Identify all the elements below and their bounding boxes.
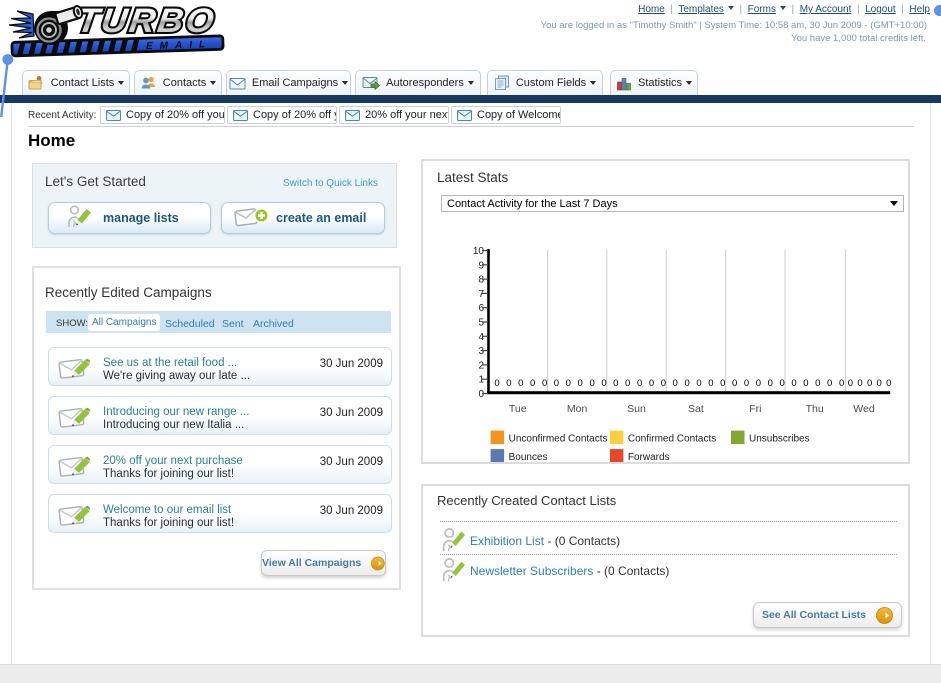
svg-text:Tue: Tue <box>509 403 527 415</box>
svg-text:0: 0 <box>578 378 583 389</box>
svg-text:0: 0 <box>708 378 713 389</box>
svg-text:0: 0 <box>673 378 678 389</box>
svg-text:0: 0 <box>518 378 523 389</box>
svg-text:0: 0 <box>857 378 862 389</box>
svg-text:Sat: Sat <box>688 403 704 415</box>
svg-text:Mon: Mon <box>567 403 588 415</box>
svg-text:EMAIL: EMAIL <box>146 39 212 52</box>
svg-text:4: 4 <box>478 332 484 343</box>
svg-text:0: 0 <box>696 378 701 389</box>
svg-text:Bounces: Bounces <box>509 452 548 462</box>
svg-text:3: 3 <box>478 346 484 357</box>
svg-text:0: 0 <box>478 389 484 400</box>
svg-text:0: 0 <box>684 378 689 389</box>
svg-text:1: 1 <box>478 375 484 386</box>
svg-text:0: 0 <box>815 378 820 389</box>
svg-text:0: 0 <box>589 378 594 389</box>
svg-text:5: 5 <box>478 318 484 329</box>
svg-text:TURBO: TURBO <box>75 2 219 40</box>
svg-text:Fri: Fri <box>749 403 761 415</box>
svg-text:0: 0 <box>848 378 853 389</box>
svg-text:0: 0 <box>649 378 654 389</box>
svg-text:0: 0 <box>768 378 773 389</box>
svg-text:0: 0 <box>542 378 547 389</box>
svg-text:Thu: Thu <box>806 403 824 415</box>
svg-text:0: 0 <box>803 378 808 389</box>
svg-text:7: 7 <box>478 289 484 300</box>
svg-text:6: 6 <box>478 303 484 314</box>
svg-text:0: 0 <box>780 378 785 389</box>
svg-text:0: 0 <box>867 378 872 389</box>
svg-text:0: 0 <box>506 378 511 389</box>
svg-text:Wed: Wed <box>853 403 875 415</box>
svg-text:8: 8 <box>478 275 484 286</box>
svg-text:0: 0 <box>720 378 725 389</box>
svg-text:0: 0 <box>839 378 844 389</box>
svg-text:9: 9 <box>478 260 484 271</box>
svg-text:0: 0 <box>494 378 499 389</box>
svg-text:0: 0 <box>554 378 559 389</box>
svg-text:0: 0 <box>827 378 832 389</box>
svg-text:0: 0 <box>613 378 618 389</box>
svg-text:0: 0 <box>877 378 882 389</box>
svg-text:Sun: Sun <box>627 403 646 415</box>
svg-text:Forwards: Forwards <box>628 452 670 462</box>
svg-text:0: 0 <box>756 378 761 389</box>
svg-text:0: 0 <box>886 378 891 389</box>
svg-text:0: 0 <box>637 378 642 389</box>
svg-text:10: 10 <box>473 246 485 257</box>
svg-text:0: 0 <box>661 378 666 389</box>
svg-text:0: 0 <box>601 378 606 389</box>
svg-text:0: 0 <box>530 378 535 389</box>
svg-text:0: 0 <box>566 378 571 389</box>
svg-text:0: 0 <box>791 378 796 389</box>
svg-text:0: 0 <box>625 378 630 389</box>
svg-text:0: 0 <box>744 378 749 389</box>
svg-text:Confirmed Contacts: Confirmed Contacts <box>628 434 716 445</box>
svg-text:Unsubscribes: Unsubscribes <box>749 434 810 445</box>
svg-text:0: 0 <box>732 378 737 389</box>
svg-text:2: 2 <box>478 360 484 371</box>
svg-text:Unconfirmed Contacts: Unconfirmed Contacts <box>509 434 608 445</box>
